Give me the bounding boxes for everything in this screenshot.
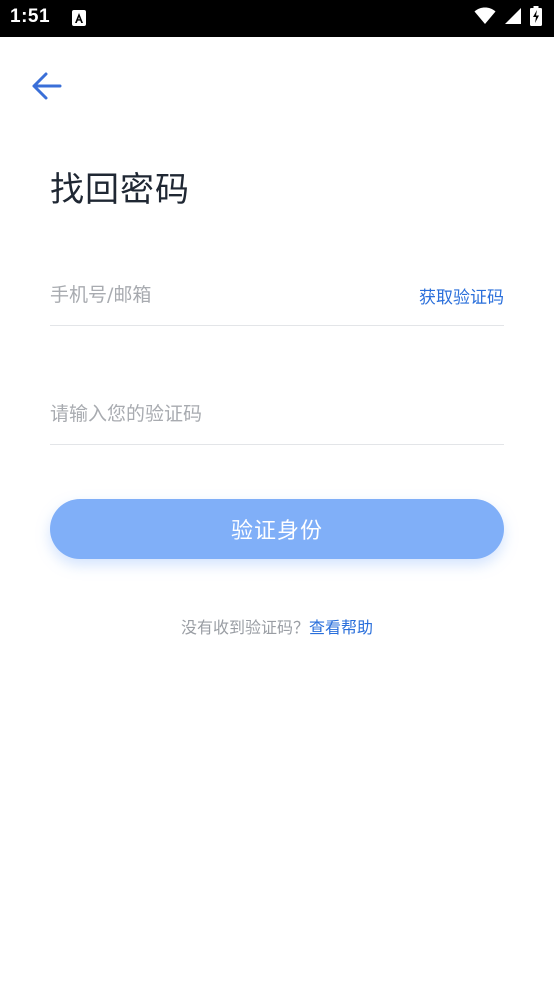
verify-identity-button[interactable]: 验证身份	[50, 499, 504, 559]
arrow-left-icon	[32, 72, 62, 100]
status-bar: 1:51	[0, 0, 554, 37]
status-icons	[474, 6, 542, 30]
status-time: 1:51	[10, 6, 51, 27]
code-input[interactable]	[50, 384, 504, 444]
signal-icon	[504, 7, 522, 29]
help-prompt: 没有收到验证码？	[180, 618, 309, 637]
view-help-link[interactable]: 查看帮助	[309, 618, 373, 637]
account-input[interactable]	[50, 265, 380, 325]
get-code-button[interactable]: 获取验证码	[419, 283, 504, 308]
code-field	[50, 384, 504, 445]
account-field: 获取验证码	[50, 265, 504, 326]
battery-charging-icon	[530, 6, 542, 30]
page-title: 找回密码	[50, 170, 190, 210]
wifi-icon	[474, 7, 496, 29]
help-row: 没有收到验证码？查看帮助	[0, 614, 554, 638]
a-notification-icon	[72, 10, 86, 26]
back-button[interactable]	[22, 62, 70, 110]
